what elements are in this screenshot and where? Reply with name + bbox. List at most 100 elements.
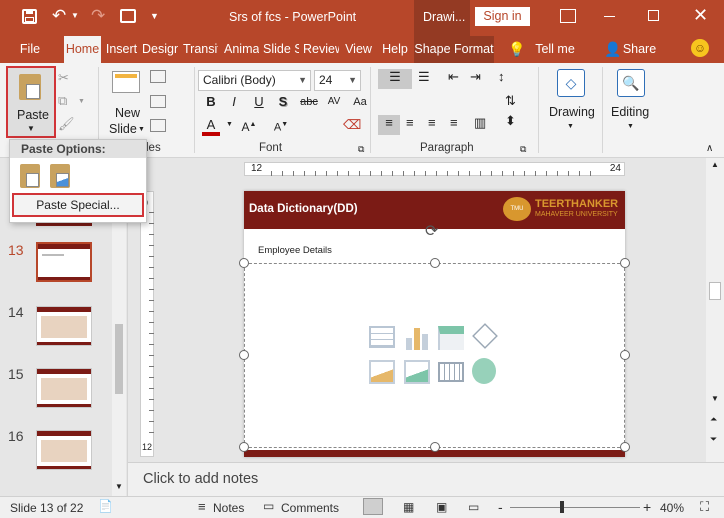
underline-button[interactable]: U [250, 93, 268, 111]
paragraph-dialog-launcher-icon[interactable]: ⧉ [520, 144, 526, 155]
normal-view-icon[interactable] [363, 498, 383, 515]
new-slide-label[interactable]: New [115, 106, 140, 120]
tab-animations[interactable]: Animations [224, 36, 259, 63]
notes-toggle-icon[interactable]: ≡ [198, 499, 206, 514]
customize-toolbar-icon[interactable]: ▼ [150, 11, 159, 21]
shapes-icon[interactable]: ◇ [557, 69, 585, 97]
resize-handle[interactable] [239, 442, 249, 452]
slide-thumbnail[interactable] [36, 368, 92, 408]
insert-online-picture-icon[interactable] [404, 360, 430, 384]
resize-handle[interactable] [239, 258, 249, 268]
tab-transitions[interactable]: Transitions [183, 36, 218, 63]
text-direction-icon[interactable]: ⇅ [505, 93, 516, 109]
reset-icon[interactable] [150, 95, 166, 108]
format-painter-icon[interactable]: 🖌 [58, 116, 75, 132]
redo-icon[interactable]: ↷ [91, 6, 105, 26]
comments-button[interactable]: Comments [281, 501, 339, 515]
insert-video-icon[interactable] [438, 362, 464, 382]
zoom-level[interactable]: 40% [660, 501, 684, 515]
layout-icon[interactable] [150, 70, 166, 83]
rotate-handle-icon[interactable]: ⟳ [425, 221, 438, 241]
spelling-icon[interactable]: 📄 [98, 499, 113, 513]
new-slide-icon[interactable] [112, 71, 140, 93]
align-left-icon[interactable]: ≡ [378, 115, 400, 135]
resize-handle[interactable] [620, 258, 630, 268]
fit-to-window-icon[interactable]: ⛶ [700, 499, 709, 515]
scroll-thumb[interactable] [709, 282, 721, 300]
notes-placeholder[interactable]: Click to add notes [143, 471, 258, 487]
increase-indent-icon[interactable]: ⇥ [470, 69, 481, 85]
paste-use-destination-icon[interactable] [20, 164, 40, 188]
notes-toggle-button[interactable]: Notes [213, 501, 244, 515]
insert-smartart-icon[interactable] [438, 326, 464, 350]
undo-dropdown-icon[interactable]: ▼ [71, 11, 79, 20]
char-spacing-button[interactable]: AV [324, 93, 344, 111]
maximize-icon[interactable] [648, 10, 659, 21]
insert-table-icon[interactable] [369, 326, 395, 348]
cut-icon[interactable]: ✂ [58, 70, 69, 86]
tab-home[interactable]: Home [64, 36, 101, 63]
align-right-icon[interactable]: ≡ [428, 115, 436, 130]
close-icon[interactable]: ✕ [693, 5, 708, 26]
columns-icon[interactable]: ▥ [474, 115, 486, 131]
shadow-button[interactable]: S [274, 93, 292, 111]
slide-sorter-icon[interactable]: ▦ [403, 500, 414, 514]
change-case-button[interactable]: Aa [350, 93, 370, 111]
undo-icon[interactable]: ↶ [52, 6, 66, 26]
bold-button[interactable]: B [202, 93, 220, 111]
previous-slide-icon[interactable]: ⏶ [710, 414, 717, 425]
new-slide-label-2[interactable]: Slide [109, 122, 137, 136]
tab-shape-format[interactable]: Shape Format [414, 36, 494, 63]
reading-view-icon[interactable]: ▣ [436, 500, 447, 514]
zoom-slider[interactable] [510, 501, 640, 513]
shrink-font-button[interactable]: A▼ [272, 116, 290, 134]
save-icon[interactable] [22, 9, 37, 24]
tab-slide-show[interactable]: Slide Show [263, 36, 299, 63]
slide-canvas[interactable]: Data Dictionary(DD) TMU TEERTHANKER MAHA… [239, 191, 630, 457]
bullets-icon[interactable]: ☰ [378, 69, 412, 89]
zoom-out-button[interactable]: - [498, 499, 503, 515]
tab-review[interactable]: Review [303, 36, 339, 63]
tab-design[interactable]: Design [142, 36, 178, 63]
drawing-button[interactable]: Drawing [549, 105, 595, 119]
slide-title[interactable]: Data Dictionary(DD) [249, 203, 358, 215]
editing-button[interactable]: Editing [611, 105, 649, 119]
slide-thumbnail[interactable] [36, 430, 92, 470]
tell-me-search[interactable]: Tell me [530, 36, 580, 63]
decrease-indent-icon[interactable]: ⇤ [448, 69, 459, 85]
find-icon[interactable]: 🔍 [617, 69, 645, 97]
insert-picture-icon[interactable] [369, 360, 395, 384]
resize-handle[interactable] [430, 258, 440, 268]
tab-file[interactable]: File [12, 36, 48, 63]
share-button[interactable]: Share [622, 36, 657, 63]
scroll-thumb[interactable] [115, 324, 123, 394]
tab-help[interactable]: Help [380, 36, 410, 63]
numbering-icon[interactable]: ☰ [418, 69, 430, 85]
resize-handle[interactable] [620, 442, 630, 452]
line-spacing-icon[interactable]: ↕ [498, 69, 505, 84]
slide-thumbnail[interactable] [36, 306, 92, 346]
insert-icon-icon[interactable] [472, 358, 496, 384]
scroll-up-icon[interactable]: ▲ [711, 160, 719, 169]
resize-handle[interactable] [430, 442, 440, 452]
content-placeholder[interactable] [244, 263, 625, 448]
section-icon[interactable] [150, 119, 166, 132]
center-icon[interactable]: ≡ [406, 115, 414, 130]
font-dialog-launcher-icon[interactable]: ⧉ [358, 144, 364, 155]
tab-view[interactable]: View [343, 36, 374, 63]
resize-handle[interactable] [239, 350, 249, 360]
clear-formatting-icon[interactable]: ⌫ [343, 116, 361, 134]
grow-font-button[interactable]: A▲ [240, 116, 258, 134]
paste-as-picture-icon[interactable] [50, 164, 70, 188]
slide-subtitle[interactable]: Employee Details [258, 245, 332, 256]
slide-thumbnail-selected[interactable] [36, 242, 92, 282]
notes-pane[interactable]: Click to add notes [128, 462, 724, 496]
resize-handle[interactable] [620, 350, 630, 360]
tab-insert[interactable]: Insert [104, 36, 139, 63]
zoom-slider-thumb[interactable] [560, 501, 564, 513]
lightbulb-icon[interactable]: 💡 [508, 41, 525, 58]
paste-button[interactable]: Paste ▼ [6, 66, 56, 138]
smiley-icon[interactable]: ☺ [691, 39, 709, 57]
ribbon-display-icon[interactable] [560, 9, 576, 23]
zoom-in-button[interactable]: + [643, 499, 651, 515]
